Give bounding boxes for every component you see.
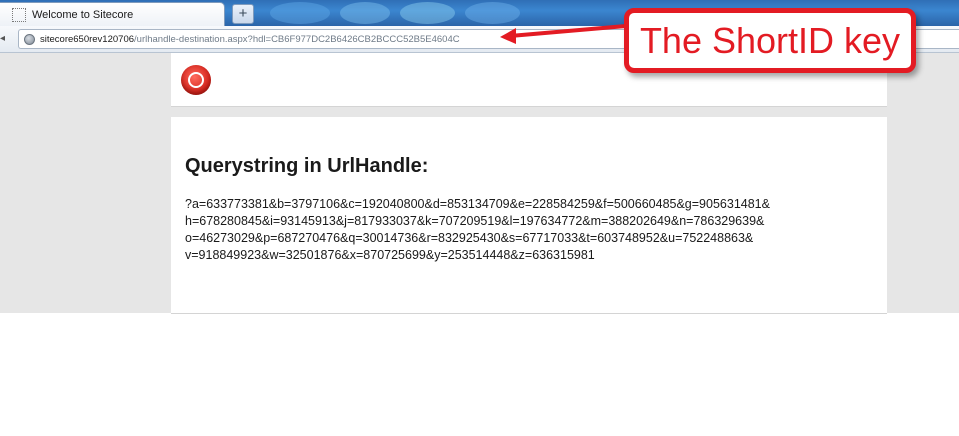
back-arrow-icon[interactable]: ◂ <box>0 32 8 46</box>
querystring-line: v=918849923&w=32501876&x=870725699&y=253… <box>185 248 595 262</box>
content-panel: Querystring in UrlHandle: ?a=633773381&b… <box>171 117 887 314</box>
sitecore-logo-icon[interactable] <box>181 65 211 95</box>
page-viewport: Querystring in UrlHandle: ?a=633773381&b… <box>0 53 959 314</box>
querystring-line: ?a=633773381&b=3797106&c=192040800&d=853… <box>185 197 770 211</box>
globe-icon <box>24 33 35 45</box>
tab-title: Welcome to Sitecore <box>32 8 134 21</box>
page-title: Querystring in UrlHandle: <box>185 155 429 177</box>
querystring-line: h=678280845&i=93145913&j=817933037&k=707… <box>185 214 765 228</box>
taskbar-decoration <box>400 2 455 24</box>
new-tab-button[interactable]: + <box>232 4 254 24</box>
taskbar-decoration <box>270 2 330 24</box>
callout-label: The ShortID key <box>639 19 901 61</box>
url-path: /urlhandle-destination.aspx?hdl=CB6F977D… <box>134 33 460 45</box>
url-host: sitecore650rev120706 <box>40 33 135 45</box>
querystring-text: ?a=633773381&b=3797106&c=192040800&d=853… <box>185 196 875 264</box>
querystring-line: o=46273029&p=687270476&q=30014736&r=8329… <box>185 231 754 245</box>
browser-tab[interactable]: Welcome to Sitecore <box>0 2 225 26</box>
taskbar-decoration <box>340 2 390 24</box>
annotation-callout: The ShortID key <box>624 8 916 73</box>
page-placeholder-icon <box>12 7 26 22</box>
callout-arrow-icon <box>500 24 628 44</box>
